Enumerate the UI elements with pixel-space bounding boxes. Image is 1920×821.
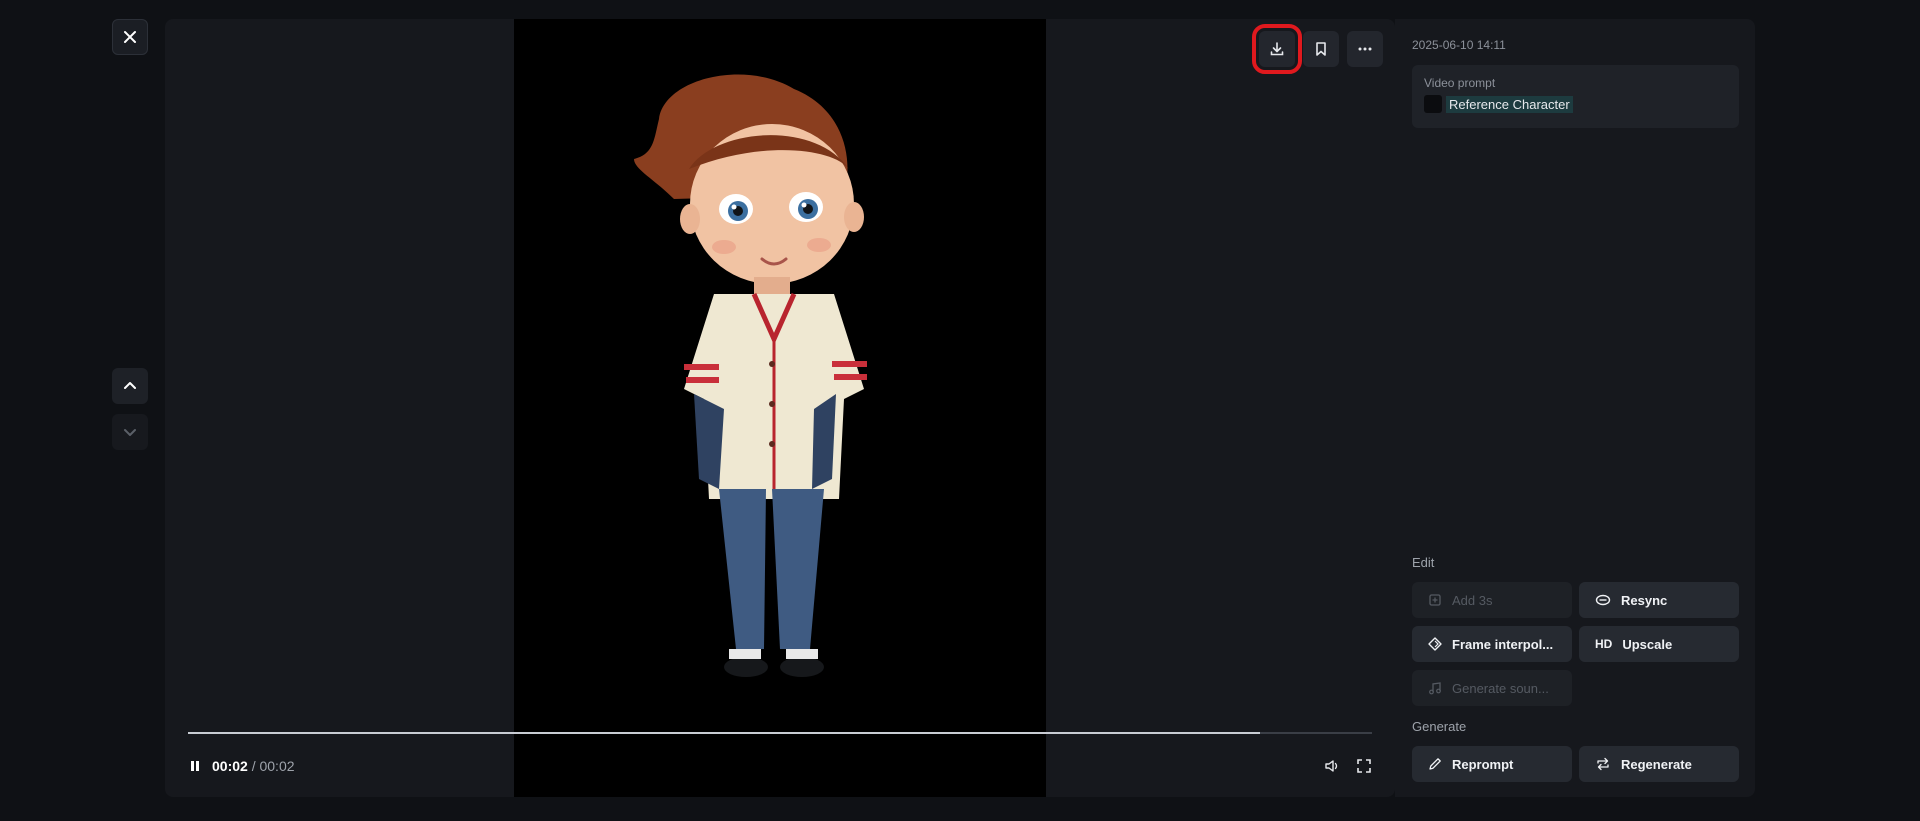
frame-interpolation-icon	[1428, 637, 1442, 651]
character-image	[634, 74, 867, 677]
pencil-icon	[1429, 758, 1441, 770]
reference-thumbnail	[1424, 95, 1442, 113]
timestamp: 2025-06-10 14:11	[1412, 38, 1506, 52]
generate-section-label: Generate	[1412, 719, 1467, 734]
time-display: 00:02 / 00:02	[212, 758, 295, 774]
generate-sound-button[interactable]: Generate soun...	[1412, 670, 1572, 706]
video-frame[interactable]	[514, 19, 1046, 797]
previous-button[interactable]	[112, 368, 148, 404]
add-clip-icon	[1429, 594, 1441, 606]
next-button[interactable]	[112, 414, 148, 450]
download-icon	[1270, 42, 1284, 56]
time-total: 00:02	[259, 758, 295, 774]
regenerate-button[interactable]: Regenerate	[1579, 746, 1739, 782]
more-options-button[interactable]	[1347, 31, 1383, 67]
chevron-up-icon	[124, 382, 136, 389]
download-button[interactable]	[1252, 24, 1302, 74]
close-icon	[124, 31, 136, 43]
repeat-icon	[1597, 757, 1609, 771]
prompt-label: Video prompt	[1424, 76, 1496, 90]
resync-label: Resync	[1621, 592, 1668, 608]
hd-icon: HD	[1595, 637, 1613, 651]
volume-icon[interactable]	[1324, 758, 1340, 774]
regenerate-label: Regenerate	[1621, 756, 1692, 772]
time-current: 00:02	[212, 758, 248, 774]
resync-button[interactable]: Resync	[1579, 582, 1739, 618]
add-3s-button[interactable]: Add 3s	[1412, 582, 1572, 618]
time-separator: /	[247, 758, 260, 774]
reprompt-button[interactable]: Reprompt	[1412, 746, 1572, 782]
generate-sound-label: Generate soun...	[1452, 680, 1549, 696]
upscale-label: Upscale	[1622, 636, 1673, 652]
reference-chip[interactable]: Reference Character	[1424, 95, 1727, 113]
upscale-button[interactable]: HD Upscale	[1579, 626, 1739, 662]
video-actions	[1252, 24, 1383, 74]
music-note-icon	[1429, 682, 1441, 695]
bookmark-button[interactable]	[1303, 31, 1339, 67]
progress-bar[interactable]	[188, 732, 1372, 734]
chevron-down-icon	[124, 429, 136, 436]
close-button[interactable]	[112, 19, 148, 55]
bookmark-icon	[1316, 42, 1326, 56]
pause-icon[interactable]	[188, 759, 202, 773]
reprompt-label: Reprompt	[1452, 756, 1514, 772]
reference-chip-label: Reference Character	[1446, 95, 1573, 113]
details-panel: 2025-06-10 14:11 Video prompt Reference …	[1395, 19, 1755, 797]
edit-section-label: Edit	[1412, 555, 1435, 570]
more-icon	[1358, 47, 1372, 51]
video-player: 00:02 / 00:02	[165, 19, 1395, 797]
fullscreen-icon[interactable]	[1356, 758, 1372, 774]
add-3s-label: Add 3s	[1452, 592, 1493, 608]
video-prompt-box: Video prompt Reference Character	[1412, 65, 1739, 128]
playback-controls: 00:02 / 00:02	[188, 755, 1372, 777]
progress-fill	[188, 732, 1260, 734]
resync-icon	[1595, 594, 1611, 606]
frame-interpolation-label: Frame interpol...	[1452, 636, 1554, 652]
frame-interpolation-button[interactable]: Frame interpol...	[1412, 626, 1572, 662]
